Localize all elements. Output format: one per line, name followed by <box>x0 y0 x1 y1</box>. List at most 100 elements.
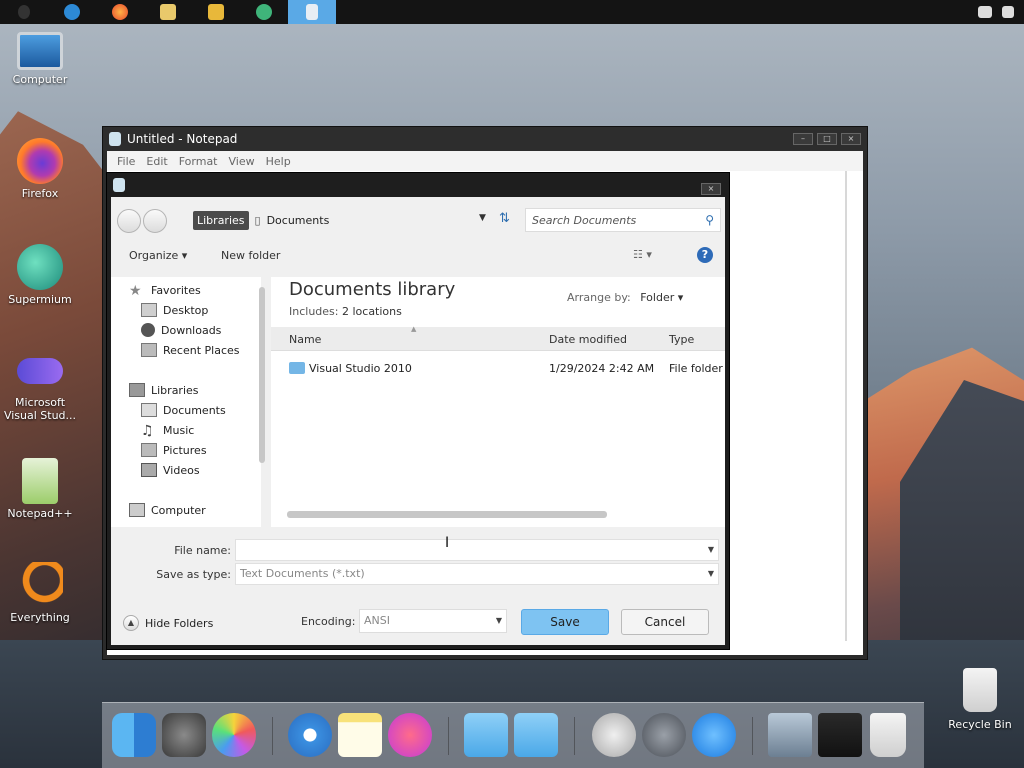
applications-folder-icon[interactable] <box>514 713 558 757</box>
recycle-bin-icon <box>963 668 997 712</box>
visual-studio-icon <box>17 358 63 384</box>
save-button[interactable]: Save <box>521 609 609 635</box>
recent-places-icon <box>141 343 157 357</box>
file-type-cell: File folder <box>669 362 723 375</box>
navigation-pane-scrollbar[interactable] <box>259 287 265 463</box>
desktop-icon-supermium[interactable]: Supermium <box>0 244 80 306</box>
breadcrumb-libraries[interactable]: Libraries <box>193 210 249 230</box>
help-icon[interactable]: ? <box>697 247 713 263</box>
firefox-icon[interactable] <box>96 0 144 24</box>
media-icon[interactable] <box>192 0 240 24</box>
arrange-by: Arrange by: Folder ▾ <box>567 291 684 304</box>
desktop-icon-visual-studio[interactable]: Microsoft Visual Stud... <box>0 358 80 422</box>
desktop-icon-notepadpp[interactable]: Notepad++ <box>0 458 80 520</box>
forward-button[interactable] <box>143 209 167 233</box>
nav-libraries[interactable]: Libraries <box>129 383 199 397</box>
desktop-icon-everything[interactable]: Everything <box>0 562 80 624</box>
save-type-label: Save as type: <box>156 568 231 581</box>
nav-documents[interactable]: Documents <box>141 403 226 417</box>
desktop-icon-recycle-bin[interactable]: Recycle Bin <box>940 668 1020 731</box>
safari-icon[interactable] <box>288 713 332 757</box>
close-icon[interactable]: × <box>701 183 721 195</box>
save-type-select[interactable]: Text Documents (*.txt) ▼ <box>235 563 719 585</box>
desktop-icon-label: Microsoft Visual Stud... <box>3 396 77 422</box>
dialog-title-bar[interactable] <box>107 173 729 197</box>
trash-icon[interactable] <box>870 713 906 757</box>
nav-pictures[interactable]: Pictures <box>141 443 207 457</box>
notes-icon[interactable] <box>338 713 382 757</box>
chevron-down-icon[interactable]: ▼ <box>496 610 502 632</box>
new-folder-button[interactable]: New folder <box>221 249 280 262</box>
everything-search-icon <box>17 562 63 608</box>
maximize-icon[interactable]: □ <box>817 133 837 145</box>
close-icon[interactable]: × <box>841 133 861 145</box>
nav-downloads[interactable]: Downloads <box>141 323 221 337</box>
app-store-icon[interactable] <box>692 713 736 757</box>
file-name-input[interactable]: ▼ <box>235 539 719 561</box>
chevron-down-icon[interactable]: ▼ <box>708 540 714 560</box>
computer-icon <box>17 32 63 70</box>
back-button[interactable] <box>117 209 141 233</box>
notepad-icon[interactable] <box>288 0 336 24</box>
cancel-button[interactable]: Cancel <box>621 609 709 635</box>
column-date-modified[interactable]: Date modified <box>549 333 627 346</box>
nav-videos[interactable]: Videos <box>141 463 200 477</box>
dock <box>102 702 924 768</box>
menu-file[interactable]: File <box>113 155 142 168</box>
mission-control-icon[interactable] <box>818 713 862 757</box>
search-placeholder: Search Documents <box>532 213 637 227</box>
finder-icon[interactable] <box>112 713 156 757</box>
search-input[interactable]: Search Documents ⚲ <box>525 208 721 232</box>
supermium-icon <box>17 244 63 290</box>
menu-edit[interactable]: Edit <box>142 155 174 168</box>
folder-icon[interactable] <box>464 713 508 757</box>
search-icon: ⚲ <box>705 213 714 227</box>
system-preferences-icon[interactable] <box>162 713 206 757</box>
volume-muted-icon[interactable] <box>1002 6 1014 18</box>
documents-icon <box>141 403 157 417</box>
power-icon[interactable] <box>592 713 636 757</box>
network-icon[interactable] <box>978 6 992 18</box>
notepad-title-bar[interactable]: Untitled - Notepad <box>103 127 867 151</box>
hide-folders-button[interactable]: ▲ Hide Folders <box>123 615 213 631</box>
file-list-pane: Documents library Includes: 2 locations … <box>271 277 725 527</box>
dock-separator <box>448 717 449 755</box>
chevron-down-icon[interactable]: ▼ <box>708 564 714 584</box>
column-type[interactable]: Type <box>669 333 694 346</box>
view-options-icon[interactable]: ☷ ▾ <box>633 248 652 261</box>
menu-help[interactable]: Help <box>262 155 298 168</box>
nav-favorites[interactable]: ★ Favorites <box>129 283 201 299</box>
preview-icon[interactable] <box>768 713 812 757</box>
nav-music[interactable]: ♫ Music <box>141 423 194 439</box>
breadcrumb-documents[interactable]: Documents <box>267 214 330 227</box>
library-locations-link[interactable]: 2 locations <box>342 305 402 318</box>
table-row[interactable]: Visual Studio 2010 1/29/2024 2:42 AM Fil… <box>271 359 725 381</box>
explorer-icon[interactable] <box>144 0 192 24</box>
notepad-scrollbar[interactable] <box>845 171 847 641</box>
address-dropdown-icon[interactable]: ▼ <box>479 213 486 223</box>
arrange-by-dropdown[interactable]: Folder ▾ <box>640 291 683 304</box>
column-name[interactable]: Name <box>289 333 321 346</box>
nav-desktop[interactable]: Desktop <box>141 303 208 317</box>
horizontal-scrollbar[interactable] <box>287 511 607 518</box>
nav-recent-places[interactable]: Recent Places <box>141 343 240 357</box>
refresh-icon[interactable]: ⇅ <box>499 211 510 226</box>
ie-icon[interactable] <box>48 0 96 24</box>
encoding-select[interactable]: ANSI ▼ <box>359 609 507 633</box>
supermium-icon[interactable] <box>240 0 288 24</box>
minimize-icon[interactable]: – <box>793 133 813 145</box>
desktop-icon-firefox[interactable]: Firefox <box>0 138 80 200</box>
menu-view[interactable]: View <box>225 155 262 168</box>
organize-button[interactable]: Organize ▾ <box>129 249 187 262</box>
itunes-icon[interactable] <box>388 713 432 757</box>
computer-icon <box>129 503 145 517</box>
column-header: Name ▲ Date modified Type <box>271 325 725 351</box>
photos-icon[interactable] <box>212 713 256 757</box>
desktop-icon-computer[interactable]: Computer <box>0 32 80 86</box>
nav-computer[interactable]: Computer <box>129 503 206 517</box>
breadcrumb[interactable]: Libraries ▯ Documents <box>193 208 329 232</box>
menu-format[interactable]: Format <box>175 155 225 168</box>
chevron-up-icon: ▲ <box>123 615 139 631</box>
launchpad-rocket-icon[interactable] <box>642 713 686 757</box>
mac-menu-icon[interactable] <box>0 0 48 24</box>
